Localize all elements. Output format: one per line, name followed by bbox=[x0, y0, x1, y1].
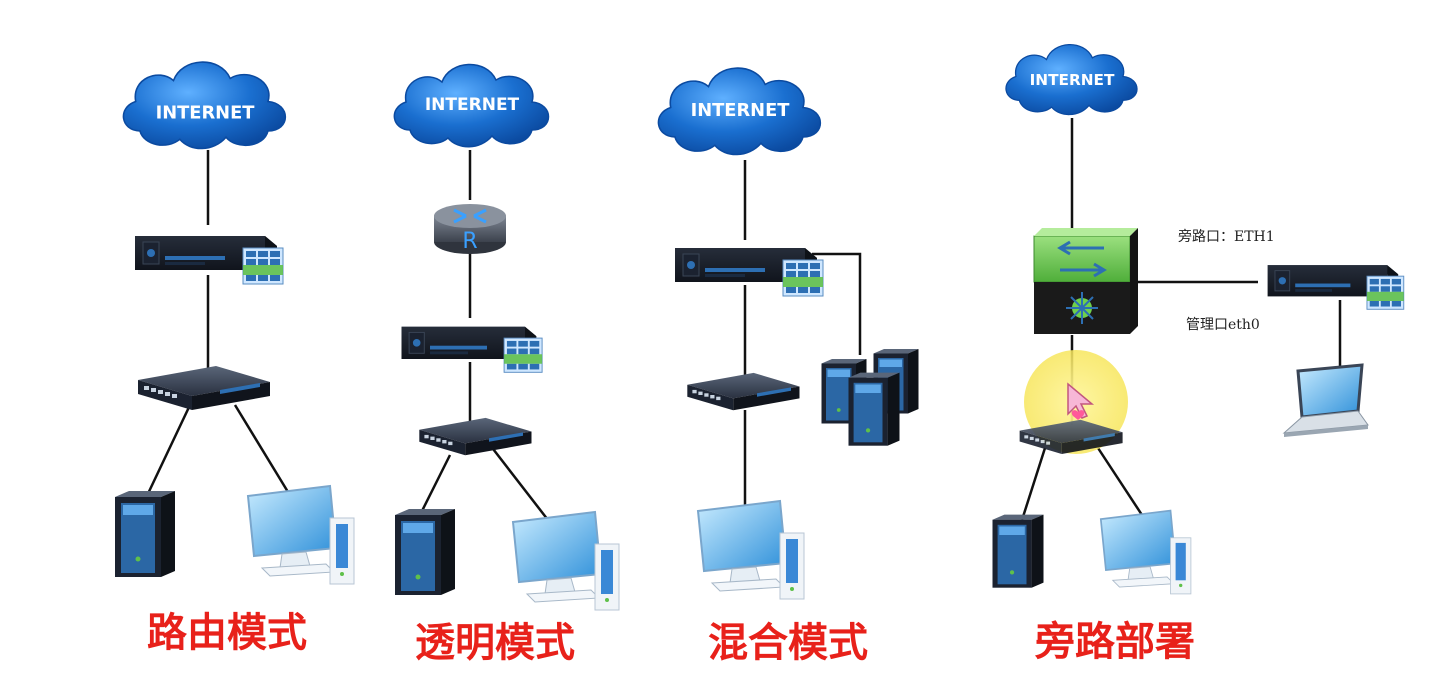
bypass-port-label: 旁路口：ETH1 bbox=[1178, 228, 1275, 245]
column-bypass-deploy: INTERNET 旁路口：ETH1 管理口eth0 旁路部署 bbox=[992, 43, 1405, 665]
monitor-icon bbox=[1099, 509, 1192, 595]
label-bypass-deploy: 旁路部署 bbox=[1034, 619, 1195, 665]
cloud-label: INTERNET bbox=[1030, 71, 1115, 89]
mgmt-port-label: 管理口eth0 bbox=[1186, 317, 1260, 333]
server-tower-icon bbox=[992, 514, 1044, 588]
cloud-icon: INTERNET bbox=[122, 61, 287, 150]
cloud-label: INTERNET bbox=[425, 95, 520, 115]
switch-icon bbox=[138, 366, 270, 410]
column-route-mode: INTERNET 路由模式 bbox=[115, 61, 355, 656]
firewall-icon bbox=[1267, 264, 1405, 310]
router-letter: R bbox=[462, 229, 477, 254]
server-tower-icon bbox=[115, 491, 175, 577]
router-icon: R bbox=[434, 204, 506, 254]
column-transparent-mode: INTERNET R 透明模式 bbox=[393, 63, 620, 666]
firewall-icon bbox=[674, 247, 824, 297]
label-hybrid-mode: 混合模式 bbox=[708, 620, 868, 666]
cloud-icon: INTERNET bbox=[393, 63, 550, 148]
monitor-icon bbox=[247, 485, 355, 585]
network-deployment-diagram: INTERNET 路由模式 INTERNET R 透明模式 INTERNET 混… bbox=[115, 43, 1405, 666]
label-transparent-mode: 透明模式 bbox=[415, 620, 575, 666]
cloud-icon: INTERNET bbox=[1005, 43, 1138, 116]
link-lines bbox=[143, 118, 1342, 521]
switch-icon bbox=[687, 372, 800, 411]
core-switch-icon bbox=[1033, 228, 1138, 334]
monitor-icon bbox=[512, 511, 620, 611]
label-route-mode: 路由模式 bbox=[147, 610, 307, 656]
server-tower-icon bbox=[395, 509, 455, 595]
cloud-icon: INTERNET bbox=[657, 67, 822, 156]
switch-icon bbox=[419, 417, 532, 456]
column-hybrid-mode: INTERNET 混合模式 bbox=[657, 67, 919, 666]
monitor-icon bbox=[697, 500, 805, 600]
laptop-icon bbox=[1282, 363, 1369, 437]
cloud-label: INTERNET bbox=[156, 102, 256, 123]
cloud-label: INTERNET bbox=[691, 100, 791, 121]
firewall-icon bbox=[401, 326, 543, 373]
server-cluster-icon bbox=[821, 349, 919, 446]
